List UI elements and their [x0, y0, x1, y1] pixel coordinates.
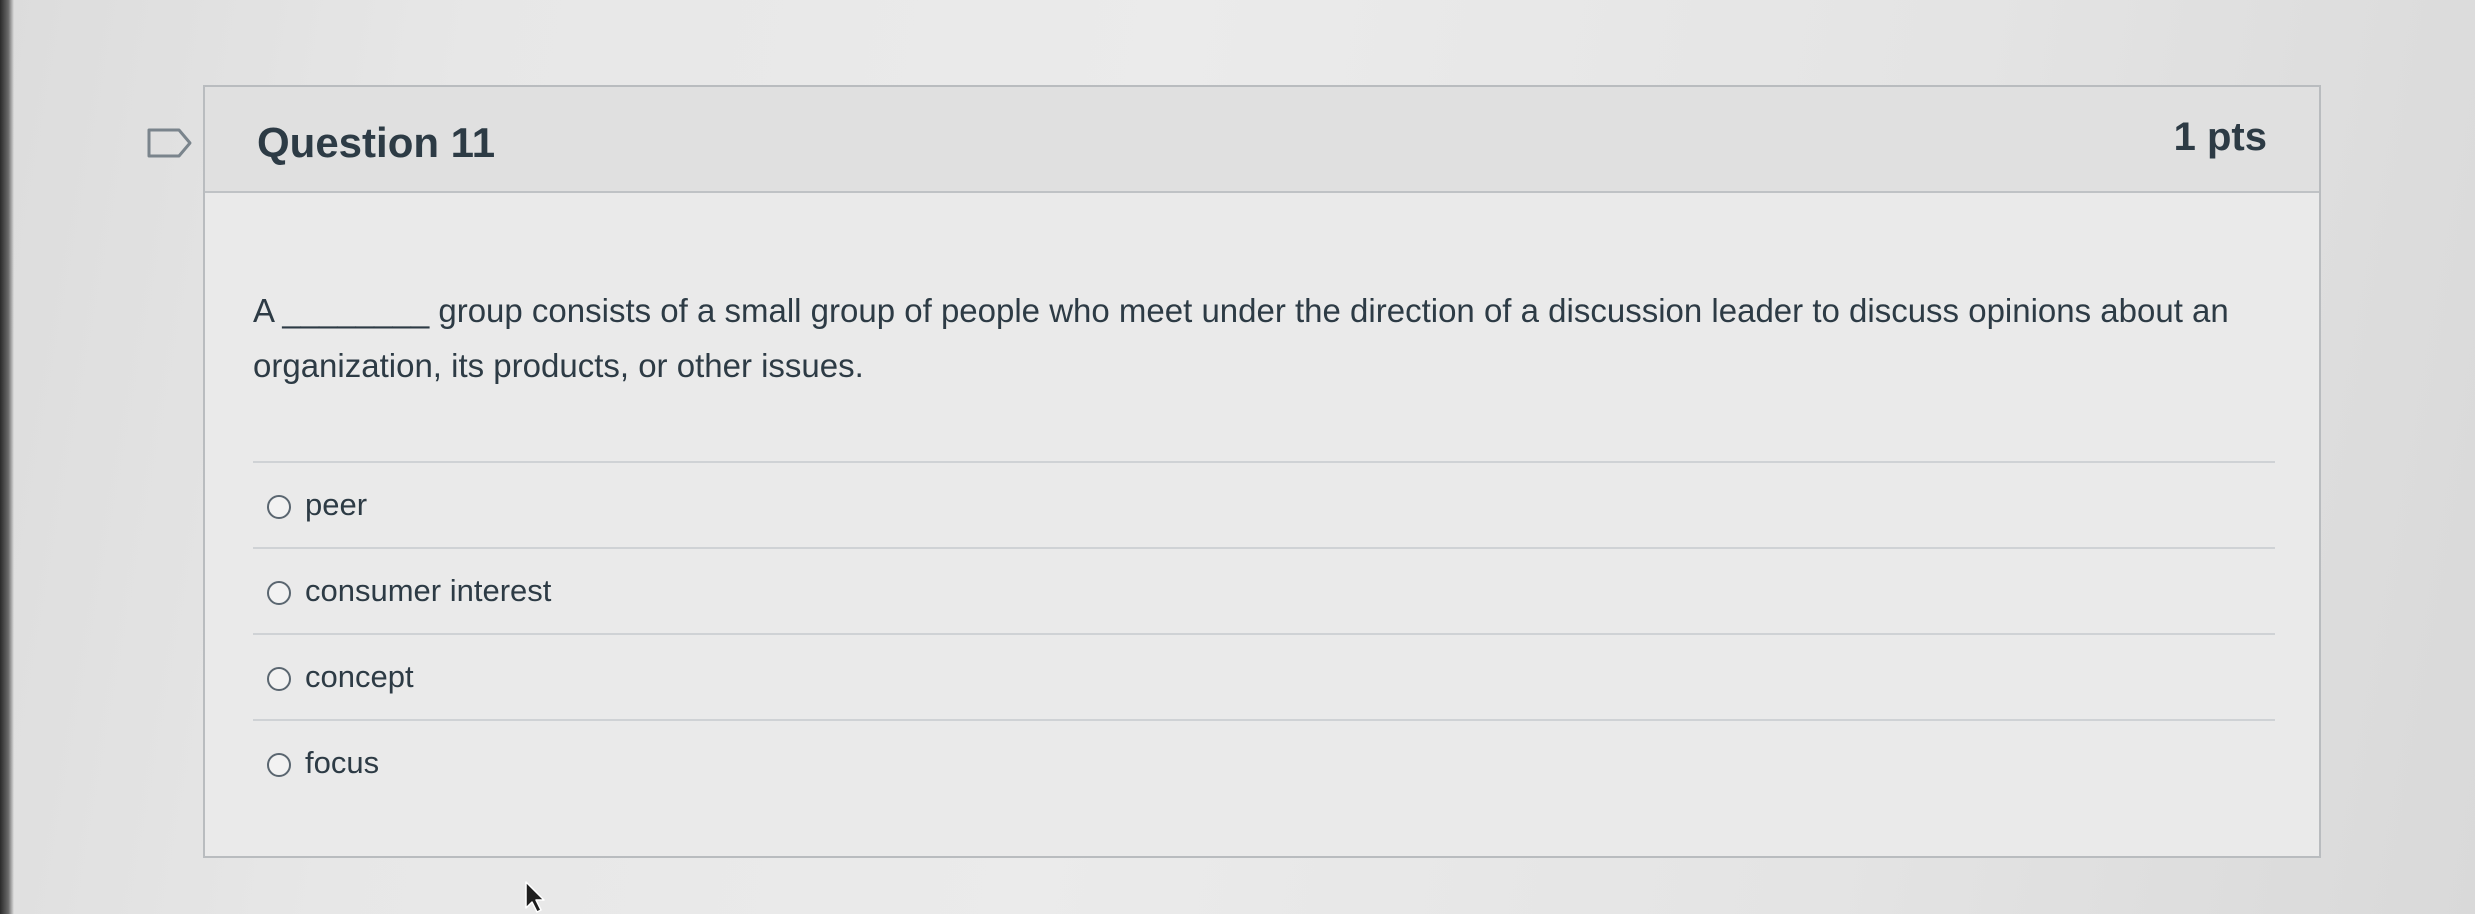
- mouse-pointer-icon: [525, 881, 545, 913]
- screen-edge-shadow: [0, 0, 14, 914]
- answer-list: peer consumer interest concept focus: [253, 461, 2275, 805]
- radio-unchecked-icon[interactable]: [267, 667, 291, 691]
- answer-label[interactable]: consumer interest: [305, 573, 551, 609]
- answer-label[interactable]: focus: [305, 745, 379, 781]
- radio-unchecked-icon[interactable]: [267, 581, 291, 605]
- answer-option-consumer-interest[interactable]: consumer interest: [253, 547, 2275, 633]
- question-text: A ________ group consists of a small gro…: [253, 292, 2229, 384]
- flag-question-icon[interactable]: [146, 127, 194, 159]
- question-points: 1 pts: [2173, 115, 2267, 159]
- answer-label[interactable]: peer: [305, 487, 367, 523]
- answer-option-concept[interactable]: concept: [253, 633, 2275, 719]
- question-title: Question 11: [257, 119, 496, 166]
- question-header: Question 11 1 pts: [205, 87, 2319, 193]
- question-card: Question 11 1 pts A ________ group consi…: [203, 85, 2321, 858]
- answer-option-focus[interactable]: focus: [253, 719, 2275, 805]
- radio-unchecked-icon[interactable]: [267, 495, 291, 519]
- answer-option-peer[interactable]: peer: [253, 461, 2275, 547]
- answer-label[interactable]: concept: [305, 659, 414, 695]
- radio-unchecked-icon[interactable]: [267, 753, 291, 777]
